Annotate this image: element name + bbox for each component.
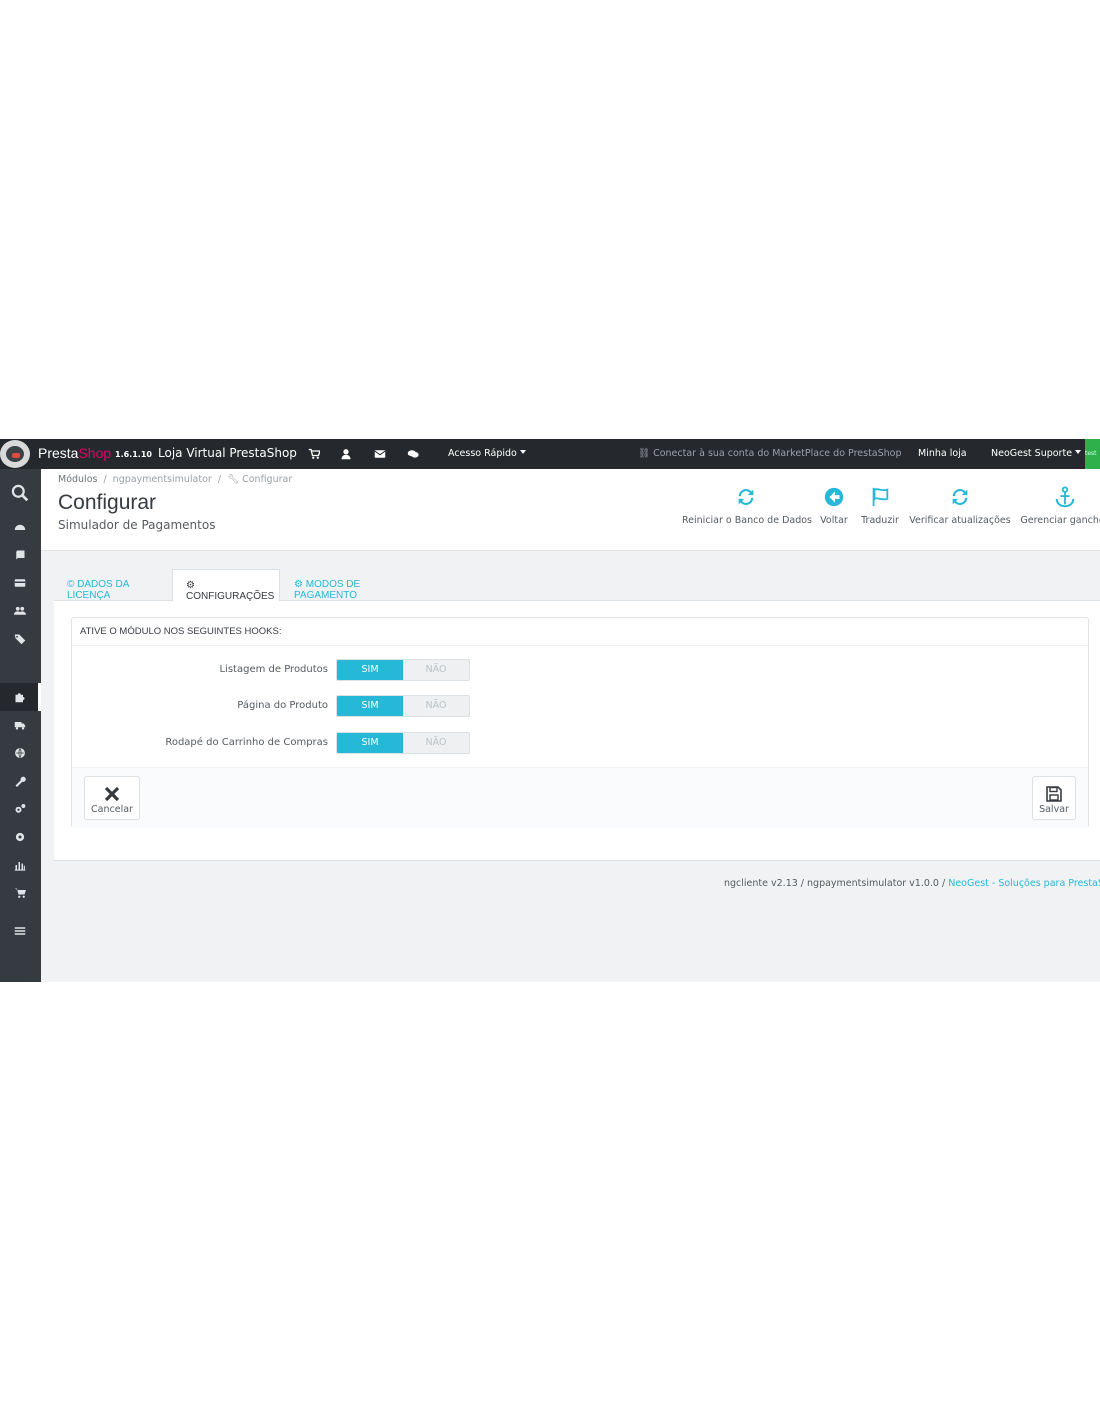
page-header: Módulos / ngpaymentsimulator / 🔧︎ Configurar… xyxy=(41,469,1100,551)
gear-icon: ⚙ xyxy=(186,580,195,591)
brand-name: PrestaShop xyxy=(38,445,112,461)
switch-no[interactable]: NÃO xyxy=(403,696,469,716)
sidebar-item-customers[interactable] xyxy=(0,597,41,625)
switch-no[interactable]: NÃO xyxy=(403,733,469,753)
breadcrumb-module[interactable]: ngpaymentsimulator xyxy=(113,474,212,485)
switch-no[interactable]: NÃO xyxy=(403,660,469,680)
field-label: Rodapé do Carrinho de Compras xyxy=(165,737,328,748)
sidebar-item-catalog[interactable] xyxy=(0,625,41,653)
top-navbar: PrestaShop 1.6.1.10 Loja Virtual PrestaS… xyxy=(0,439,1100,469)
sidebar-item-preferences[interactable] xyxy=(0,767,41,795)
shop-name-link[interactable]: Loja Virtual PrestaShop xyxy=(158,446,297,460)
module-footer: ngcliente v2.13 / ngpaymentsimulator v1.… xyxy=(724,878,1100,889)
credit-card-icon xyxy=(14,579,26,587)
cart-footer-hook-switch[interactable]: SIM NÃO xyxy=(336,732,470,754)
sidebar-nav xyxy=(0,469,41,982)
sidebar-item-modules[interactable] xyxy=(0,683,41,711)
check-updates-button[interactable]: Verificar atualizações xyxy=(908,486,1012,526)
link-icon: ⛓ xyxy=(638,448,654,459)
neogest-link[interactable]: NeoGest - Soluções para PrestaShop xyxy=(948,878,1100,889)
dashboard-icon xyxy=(14,524,26,530)
cancel-button[interactable]: Cancelar xyxy=(84,776,140,820)
tab-license[interactable]: © Dados da licença xyxy=(64,569,170,601)
caret-down-icon xyxy=(519,450,526,454)
refresh-icon xyxy=(952,489,968,505)
manage-hooks-button[interactable]: Gerenciar ganchos xyxy=(1018,486,1100,526)
refresh-icon xyxy=(738,489,754,505)
sidebar-item-search[interactable] xyxy=(0,479,41,507)
gear-icon xyxy=(15,832,25,842)
field-label: Página do Produto xyxy=(237,700,328,711)
sidebar-collapse-toggle[interactable] xyxy=(0,917,41,945)
quick-access-menu[interactable]: Acesso Rápido xyxy=(448,448,526,459)
globe-icon xyxy=(15,748,25,758)
version-label: 1.6.1.10 xyxy=(115,450,152,459)
list-icon xyxy=(14,927,26,935)
page-title: Configurar xyxy=(58,491,157,514)
user-icon[interactable] xyxy=(340,448,352,460)
hooks-panel: Ative o módulo nos seguintes hooks: List… xyxy=(71,617,1089,828)
truck-icon xyxy=(14,722,26,730)
prestashop-logo[interactable] xyxy=(0,440,30,468)
breadcrumb-modules[interactable]: Módulos xyxy=(58,474,97,485)
product-page-hook-switch[interactable]: SIM NÃO xyxy=(336,695,470,717)
translate-button[interactable]: Traduzir xyxy=(858,486,902,526)
comments-icon[interactable] xyxy=(407,448,419,460)
sidebar-item-customers-payments[interactable] xyxy=(0,569,41,597)
tab-payment-modes[interactable]: ⚙ Modos de pagamento xyxy=(294,569,424,601)
switch-yes[interactable]: SIM xyxy=(337,733,403,753)
wrench-icon: 🔧︎ xyxy=(227,474,243,485)
switch-yes[interactable]: SIM xyxy=(337,696,403,716)
wrench-icon xyxy=(15,776,26,787)
sidebar-item-dashboard[interactable] xyxy=(0,513,41,541)
tab-content: Ative o módulo nos seguintes hooks: List… xyxy=(54,601,1100,861)
tags-icon xyxy=(14,634,26,645)
sidebar-item-shipping[interactable] xyxy=(0,711,41,739)
sidebar-item-administration[interactable] xyxy=(0,823,41,851)
search-icon xyxy=(11,484,29,502)
shopping-cart-icon xyxy=(14,888,26,898)
page-subtitle: Simulador de Pagamentos xyxy=(58,518,216,532)
sidebar-item-stats[interactable] xyxy=(0,851,41,879)
marketplace-connect-link[interactable]: ⛓ Conectar à sua conta do MarketPlace do… xyxy=(638,448,902,459)
save-button[interactable]: Salvar xyxy=(1032,776,1076,820)
caret-down-icon xyxy=(1075,450,1082,454)
field-label: Listagem de Produtos xyxy=(219,664,328,675)
breadcrumb: Módulos / ngpaymentsimulator / 🔧︎ Configurar xyxy=(58,474,293,485)
cart-icon[interactable] xyxy=(308,448,320,460)
panel-footer: Cancelar Salvar xyxy=(72,767,1088,828)
close-icon xyxy=(104,786,120,802)
users-icon xyxy=(14,606,26,615)
tab-settings[interactable]: ⚙ Configurações xyxy=(172,569,280,602)
sidebar-item-localization[interactable] xyxy=(0,739,41,767)
cogs-icon xyxy=(15,804,26,813)
switch-yes[interactable]: SIM xyxy=(337,660,403,680)
puzzle-icon xyxy=(15,693,25,703)
sidebar-item-advanced[interactable] xyxy=(0,795,41,823)
envelope-icon[interactable] xyxy=(374,448,386,460)
product-list-hook-switch[interactable]: SIM NÃO xyxy=(336,659,470,681)
book-icon xyxy=(16,550,25,560)
panel-heading: Ative o módulo nos seguintes hooks: xyxy=(72,618,1088,646)
environment-badge: test xyxy=(1085,439,1100,469)
arrow-circle-left-icon xyxy=(824,487,844,507)
copyright-icon: © xyxy=(67,579,78,590)
sidebar-item-orders[interactable] xyxy=(0,541,41,569)
anchor-icon xyxy=(1055,486,1075,508)
admin-app: PrestaShop 1.6.1.10 Loja Virtual PrestaS… xyxy=(0,439,1100,982)
breadcrumb-current: Configurar xyxy=(242,474,293,485)
back-button[interactable]: Voltar xyxy=(816,486,852,526)
sidebar-item-marketplace[interactable] xyxy=(0,879,41,907)
gear-icon: ⚙ xyxy=(294,579,306,590)
flag-icon xyxy=(872,487,889,507)
bar-chart-icon xyxy=(14,862,26,871)
my-store-link[interactable]: Minha loja xyxy=(918,448,967,459)
reset-database-button[interactable]: Reiniciar o Banco de Dados xyxy=(682,486,812,526)
floppy-disk-icon xyxy=(1046,786,1062,802)
employee-menu[interactable]: NeoGest Suporte xyxy=(991,448,1082,459)
